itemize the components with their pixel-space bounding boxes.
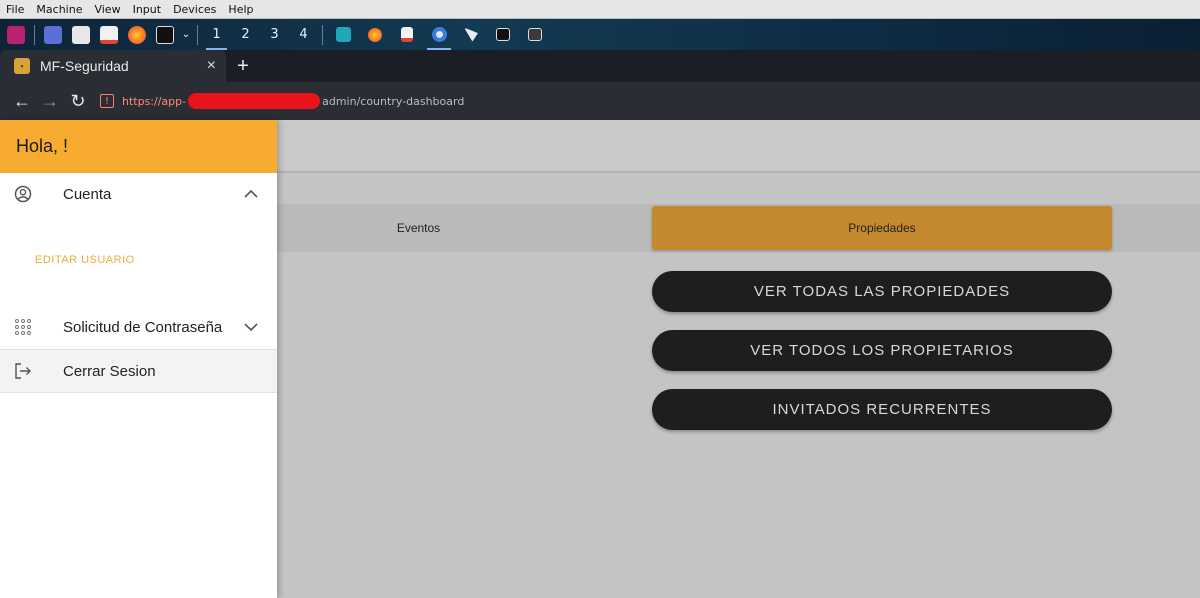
new-tab-button[interactable]: +: [226, 50, 260, 82]
reload-icon[interactable]: ↻: [64, 87, 92, 115]
password-request-section-header[interactable]: Solicitud de Contraseña: [0, 305, 277, 349]
kali-menu-icon[interactable]: [2, 19, 30, 50]
workspace-4[interactable]: 4: [289, 19, 318, 50]
vm-menu-view[interactable]: View: [94, 3, 120, 16]
drawer-greeting: Hola, !: [0, 120, 277, 173]
back-arrow-icon[interactable]: ←: [8, 87, 36, 115]
chevron-down-icon[interactable]: [243, 319, 259, 335]
logout-icon: [14, 362, 32, 380]
close-tab-icon[interactable]: ×: [207, 57, 216, 75]
text-editor-icon[interactable]: [95, 19, 123, 50]
redaction-mark: [188, 93, 321, 109]
settings-window-icon[interactable]: [519, 19, 551, 50]
account-circle-icon: [14, 185, 32, 203]
taskbar-separator: [197, 24, 198, 45]
forward-arrow-icon[interactable]: →: [36, 87, 64, 115]
browser-tab[interactable]: ▪ MF-Seguridad ×: [0, 50, 226, 82]
vm-menu-devices[interactable]: Devices: [173, 3, 216, 16]
firefox-icon[interactable]: [123, 19, 151, 50]
terminal-window-icon[interactable]: [487, 19, 519, 50]
desktop-taskbar: ⌄ 1 2 3 4: [0, 19, 1200, 50]
password-request-label: Solicitud de Contraseña: [63, 318, 223, 336]
side-drawer: Hola, ! Cuenta EDITAR USUARIO Solicitud …: [0, 120, 277, 598]
recurring-guests-button[interactable]: INVITADOS RECURRENTES: [652, 389, 1112, 430]
taskbar-separator: [322, 24, 323, 45]
workspace-2[interactable]: 2: [231, 19, 260, 50]
logout-item[interactable]: Cerrar Sesion: [0, 349, 277, 393]
terminal-icon[interactable]: [151, 19, 179, 50]
chevron-down-icon[interactable]: ⌄: [179, 19, 193, 50]
browser-tab-strip: ▪ MF-Seguridad × +: [0, 50, 1200, 82]
file-manager-icon[interactable]: [67, 19, 95, 50]
edit-user-link[interactable]: EDITAR USUARIO: [35, 254, 135, 266]
account-label: Cuenta: [63, 185, 112, 203]
burp-window-icon[interactable]: [455, 19, 487, 50]
url-bar[interactable]: ! https://app- admin/country-dashboard: [100, 93, 464, 109]
view-all-owners-button[interactable]: VER TODOS LOS PROPIETARIOS: [652, 330, 1112, 371]
app-window-icon[interactable]: [327, 19, 359, 50]
vm-menu-machine[interactable]: Machine: [36, 3, 82, 16]
vm-menu-file[interactable]: File: [6, 3, 24, 16]
show-desktop-icon[interactable]: [39, 19, 67, 50]
url-path: admin/country-dashboard: [322, 94, 465, 108]
insecure-site-icon[interactable]: !: [100, 94, 114, 108]
view-all-properties-button[interactable]: VER TODAS LAS PROPIEDADES: [652, 271, 1112, 312]
vm-menu-input[interactable]: Input: [133, 3, 161, 16]
workspace-1[interactable]: 1: [202, 19, 231, 50]
site-favicon-icon: ▪: [14, 58, 30, 74]
chevron-up-icon[interactable]: [243, 186, 259, 202]
browser-navbar: ← → ↻ ! https://app- admin/country-dashb…: [0, 82, 1200, 120]
firefox-window-icon[interactable]: [359, 19, 391, 50]
apps-grid-icon: [14, 318, 32, 336]
vm-menu-help[interactable]: Help: [228, 3, 253, 16]
taskbar-separator: [34, 24, 35, 45]
tab-title: MF-Seguridad: [40, 58, 129, 74]
logout-label: Cerrar Sesion: [63, 362, 156, 380]
chromium-window-icon[interactable]: [423, 19, 455, 50]
vm-menu-bar: File Machine View Input Devices Help: [0, 0, 1200, 19]
account-section-header[interactable]: Cuenta: [0, 173, 277, 215]
tab-propiedades[interactable]: Propiedades: [652, 206, 1112, 250]
url-scheme: https://app-: [122, 94, 187, 108]
workspace-3[interactable]: 3: [260, 19, 289, 50]
editor-window-icon[interactable]: [391, 19, 423, 50]
